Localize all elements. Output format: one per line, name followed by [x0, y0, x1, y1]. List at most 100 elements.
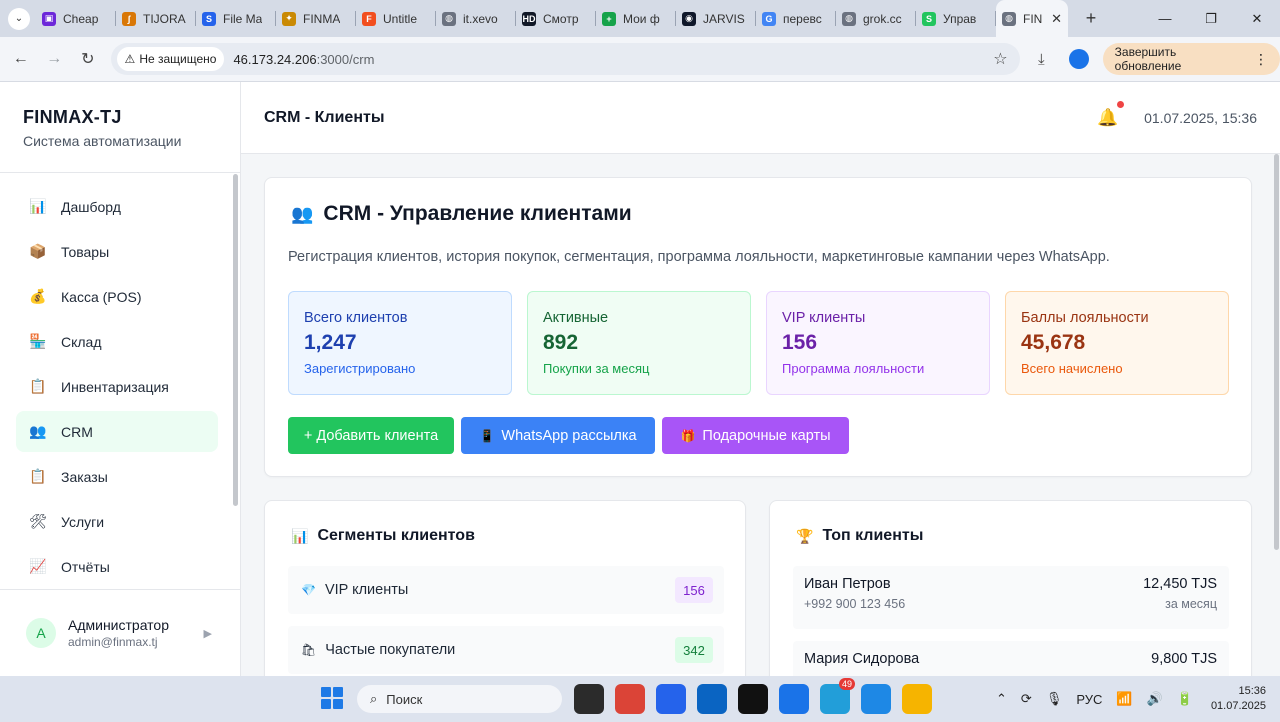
- avatar: A: [26, 618, 56, 648]
- browser-tab[interactable]: ✦ FINMA: [276, 0, 356, 37]
- whatsapp-broadcast-button[interactable]: 📱 WhatsApp рассылка: [461, 417, 655, 454]
- close-window-icon[interactable]: ✕: [1234, 0, 1280, 37]
- sidebar-item-3[interactable]: 🏪 Склад: [16, 321, 218, 362]
- client-period: за месяц: [1165, 597, 1217, 611]
- outlook-icon[interactable]: [697, 684, 727, 714]
- sidebar-scrollbar[interactable]: [233, 174, 238, 506]
- trophy-icon: 🏆: [796, 527, 814, 544]
- tools-icon: 🛠: [29, 513, 47, 529]
- stat-sub: Программа лояльности: [782, 361, 925, 376]
- wifi-icon[interactable]: 📶: [1116, 691, 1132, 707]
- trend-chart-icon: 📈: [29, 558, 47, 574]
- play-arrow-icon[interactable]: ▶: [204, 627, 212, 640]
- bookmark-star-icon[interactable]: ☆: [993, 49, 1013, 69]
- stat-label: Активные: [543, 310, 609, 326]
- taskbar: ⌕ Поиск 49 ⌃ ⟳ 🎙 РУС 📶 🔊 🔋 15:36 01.07.2…: [0, 676, 1280, 722]
- chart-icon: 📊: [291, 527, 309, 544]
- shopping-bag-icon: 🛍: [301, 643, 317, 657]
- clipboard-icon: 📋: [29, 378, 47, 394]
- taskbar-clock[interactable]: 15:36 01.07.2025: [1211, 684, 1266, 714]
- windows-start-icon[interactable]: [321, 687, 343, 709]
- sidebar-item-0[interactable]: 📊 Дашборд: [16, 186, 218, 227]
- hd-icon: HD: [522, 11, 536, 26]
- browser-tab[interactable]: Gперевс: [756, 0, 836, 37]
- sidebar-item-label: Касса (POS): [61, 288, 142, 305]
- store-icon[interactable]: [656, 684, 686, 714]
- segment-row-frequent[interactable]: 🛍 Частые покупатели 342: [288, 626, 724, 674]
- warning-icon: ⚠: [124, 52, 136, 66]
- download-icon[interactable]: ⤓: [1026, 43, 1058, 75]
- browser-tab[interactable]: ▣ Cheap: [36, 0, 116, 37]
- main-scrollbar[interactable]: [1274, 154, 1279, 550]
- address-bar[interactable]: ⚠ Не защищено 46.173.24.206:3000/crm ☆: [110, 43, 1020, 75]
- client-amount: 9,800 TJS: [1151, 651, 1217, 667]
- sidebar-item-2[interactable]: 💰 Касса (POS): [16, 276, 218, 317]
- notification-dot: [1117, 100, 1125, 108]
- profile-avatar[interactable]: [1063, 43, 1095, 75]
- green-s-icon: S: [922, 11, 936, 26]
- segments-title: 📊 Сегменты клиентов: [291, 527, 475, 545]
- browser-tab[interactable]: + Мои ф: [596, 0, 676, 37]
- phone-icon: 📱: [479, 428, 495, 443]
- sidebar-item-label: Товары: [61, 243, 110, 260]
- sidebar-item-8[interactable]: 📈 Отчёты: [16, 546, 218, 587]
- chrome-beta-icon[interactable]: [779, 684, 809, 714]
- sidebar-item-5[interactable]: 👥 CRM: [16, 411, 218, 452]
- folder-icon[interactable]: [902, 684, 932, 714]
- browser-tab[interactable]: ◍ grok.cc: [836, 0, 916, 37]
- tab-search-chevron-icon[interactable]: ⌄: [8, 7, 30, 30]
- battery-icon[interactable]: 🔋: [1177, 691, 1193, 707]
- browser-tab[interactable]: HD Смотр: [516, 0, 596, 37]
- restore-icon[interactable]: ❐: [1188, 0, 1234, 37]
- stat-sub: Всего начислено: [1021, 361, 1123, 376]
- forward-arrow-icon[interactable]: →: [38, 42, 72, 76]
- language-indicator[interactable]: РУС: [1076, 692, 1102, 707]
- sidebar-item-4[interactable]: 📋 Инвентаризация: [16, 366, 218, 407]
- taskbar-search[interactable]: ⌕ Поиск: [357, 685, 562, 713]
- browser-tab-label: File Ma: [223, 11, 263, 26]
- finmax-icon: ✦: [282, 11, 296, 26]
- clock-time: 15:36: [1238, 685, 1266, 697]
- tijora-logo-icon: ʃ: [122, 11, 136, 26]
- new-tab-button[interactable]: +: [1076, 4, 1106, 34]
- taskbar-search-label: Поиск: [386, 691, 423, 707]
- sidebar-item-label: Склад: [61, 333, 102, 350]
- sidebar-item-6[interactable]: 📋 Заказы: [16, 456, 218, 497]
- url-text[interactable]: 46.173.24.206:3000/crm: [233, 52, 374, 67]
- browser-tab[interactable]: S File Ma: [196, 0, 276, 37]
- finish-update-button[interactable]: Завершить обновление ⋮: [1102, 43, 1280, 75]
- browser-tab[interactable]: ʃ TIJORA: [116, 0, 196, 37]
- minimize-icon[interactable]: —: [1142, 0, 1188, 37]
- close-tab-icon[interactable]: ✕: [1051, 11, 1062, 27]
- add-client-button[interactable]: + Добавить клиента: [288, 417, 454, 454]
- browser-tab[interactable]: F Untitle: [356, 0, 436, 37]
- app-root: FINMAX-TJ Система автоматизации 📊 Дашборд…: [0, 82, 1280, 690]
- telegram-icon[interactable]: 49: [820, 678, 855, 714]
- browser-tab[interactable]: S Управ: [916, 0, 996, 37]
- microphone-icon[interactable]: 🎙: [1046, 691, 1063, 707]
- capcut-icon[interactable]: [738, 684, 768, 714]
- chrome-canary-icon[interactable]: [861, 684, 891, 714]
- sidebar-item-7[interactable]: 🛠 Услуги: [16, 501, 218, 542]
- client-row[interactable]: Иван Петров 12,450 TJS +992 900 123 456 …: [793, 566, 1229, 629]
- tab-active[interactable]: ◍ FIN ✕: [996, 0, 1068, 37]
- chevron-up-icon[interactable]: ⌃: [996, 691, 1007, 707]
- sidebar-item-1[interactable]: 📦 Товары: [16, 231, 218, 272]
- file-explorer-icon[interactable]: [574, 684, 604, 714]
- chrome-icon[interactable]: [615, 684, 645, 714]
- bell-icon[interactable]: 🔔: [1097, 100, 1125, 128]
- more-vert-icon[interactable]: ⋮: [1254, 51, 1268, 68]
- gift-icon: 🎁: [680, 428, 696, 443]
- gift-cards-button[interactable]: 🎁 Подарочные карты: [662, 417, 849, 454]
- browser-tab[interactable]: ◍ it.xevo: [436, 0, 516, 37]
- reload-icon[interactable]: ↻: [71, 42, 105, 76]
- window-controls: — ❐ ✕: [1142, 0, 1280, 37]
- system-tray: ⌃ ⟳ 🎙 РУС 📶 🔊 🔋 15:36 01.07.2025: [982, 676, 1266, 722]
- sync-icon[interactable]: ⟳: [1021, 691, 1032, 707]
- browser-tab[interactable]: ◉ JARVIS: [676, 0, 756, 37]
- back-arrow-icon[interactable]: ←: [4, 42, 38, 76]
- site-info-chip[interactable]: ⚠ Не защищено: [116, 47, 225, 71]
- volume-icon[interactable]: 🔊: [1147, 691, 1163, 707]
- segment-row-vip[interactable]: 💎 VIP клиенты 156: [288, 566, 724, 614]
- user-profile[interactable]: A Администратор admin@finmax.tj ▶: [0, 589, 240, 676]
